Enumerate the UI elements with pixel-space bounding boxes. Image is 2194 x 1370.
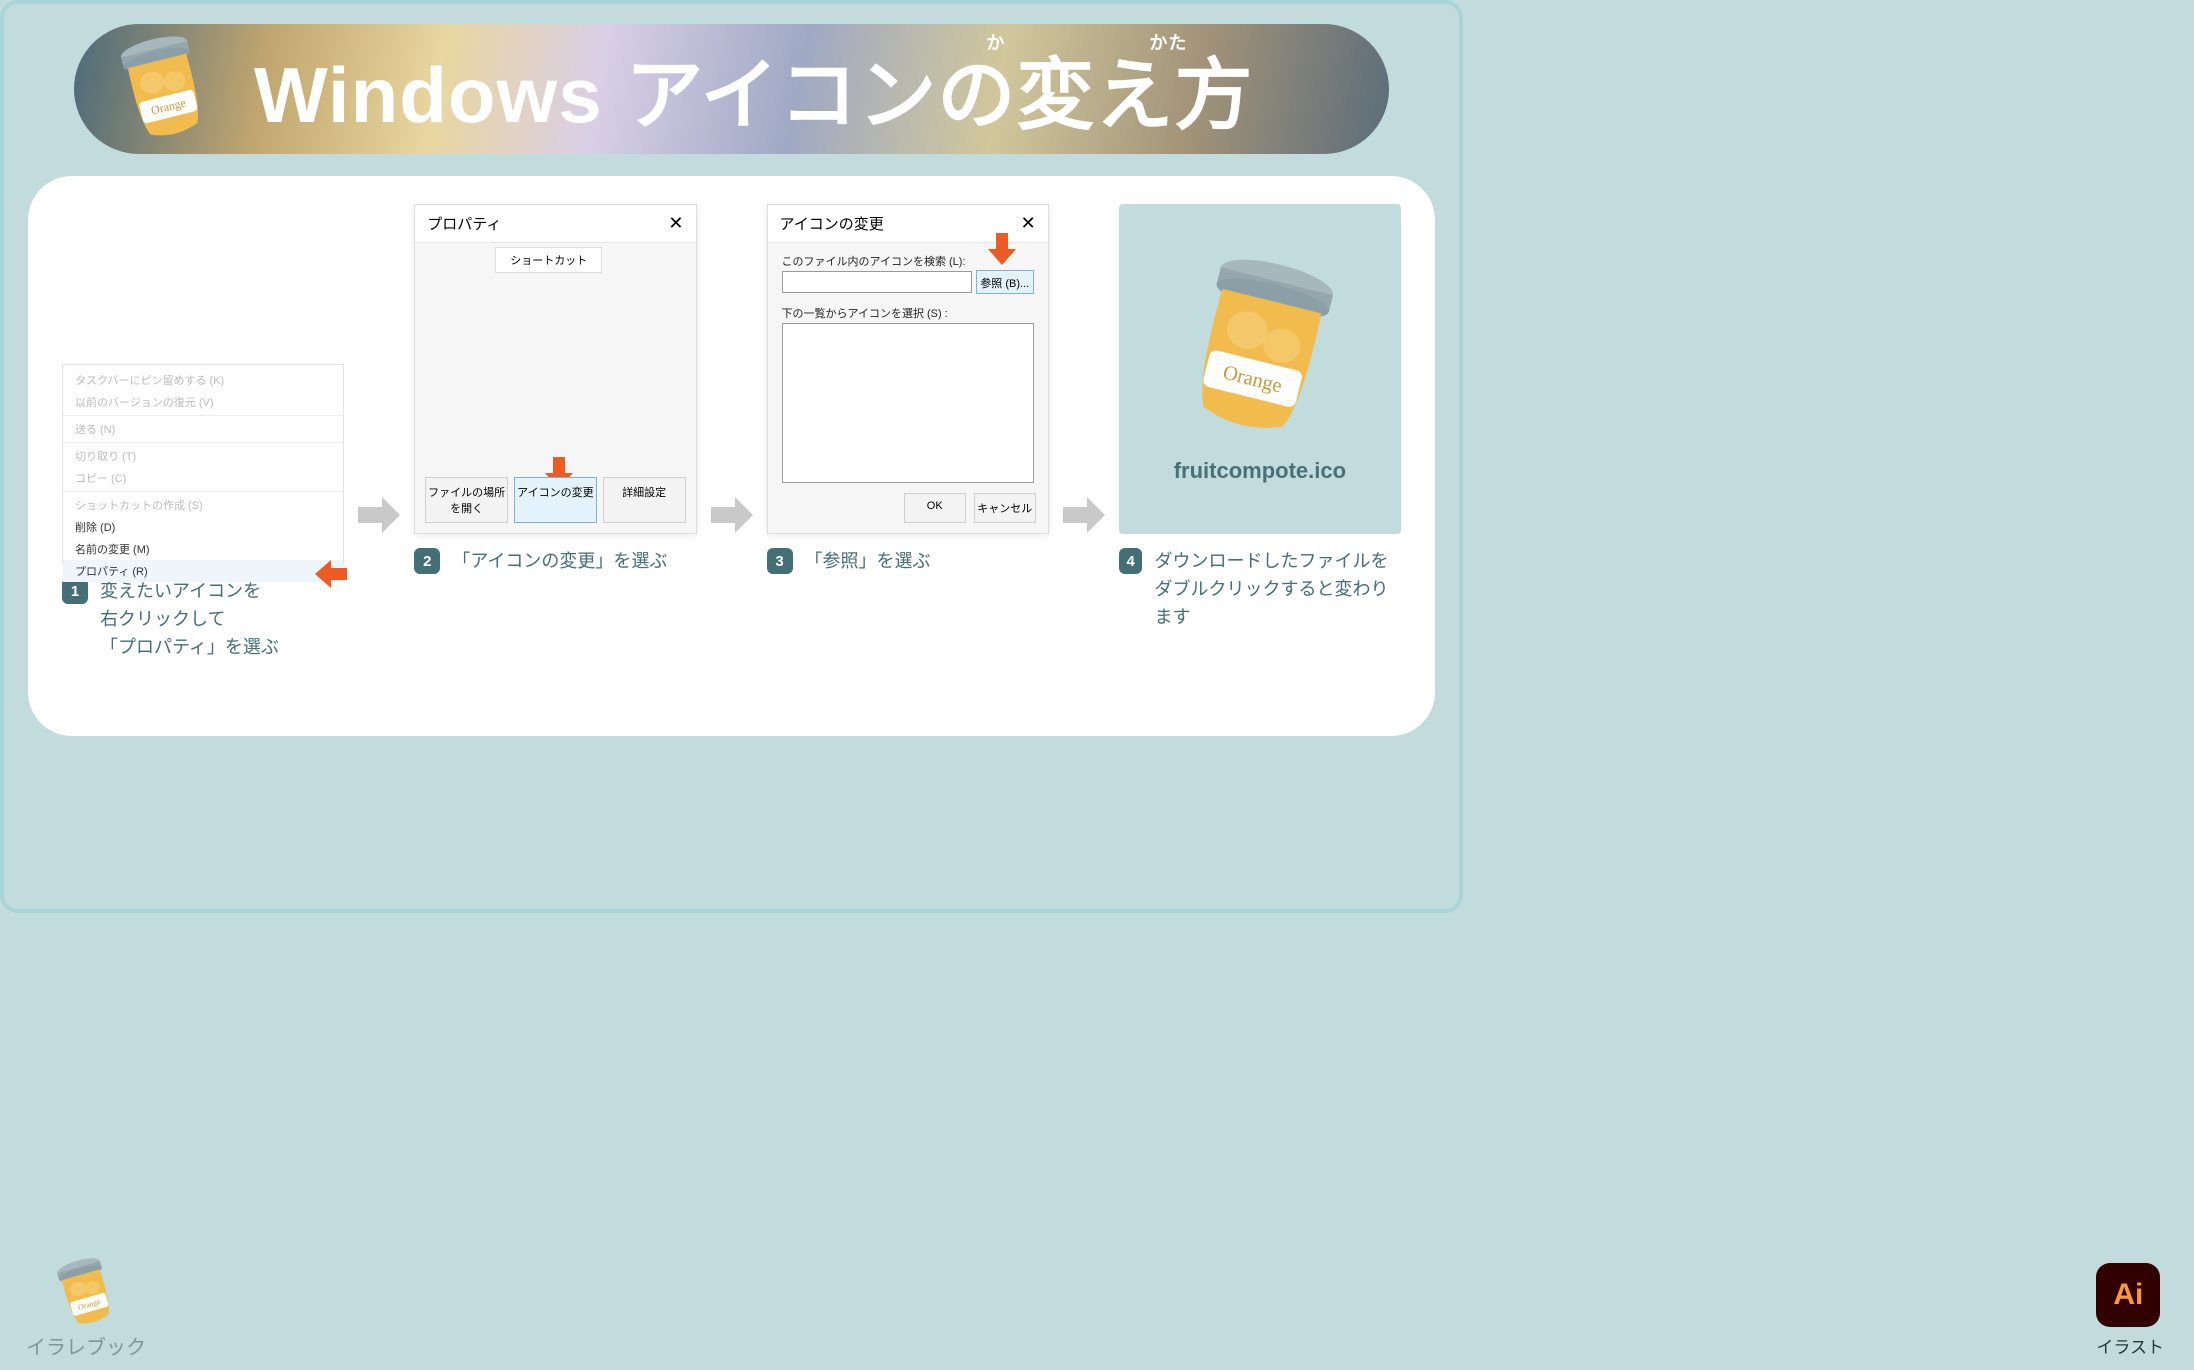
caption-text: 変えたいアイコンを 右クリックして 「プロパティ」を選ぶ [100, 578, 279, 662]
ctx-item-properties[interactable]: プロパティ (R) [63, 560, 343, 582]
step-2: プロパティ ✕ ショートカット ファイルの場所を開く アイコンの変更 詳細設定 … [414, 204, 696, 576]
step-arrow-icon [1061, 493, 1107, 537]
page-title: Windows アイコンの変え方 か かた [254, 33, 1253, 145]
jar-icon [46, 1257, 126, 1329]
ctx-item[interactable]: 切り取り (T) [63, 445, 343, 467]
steps-card: タスクバーにピン留めする (K) 以前のバージョンの復元 (V) 送る (N) … [28, 176, 1435, 736]
caption-text: 「アイコンの変更」を選ぶ [452, 548, 667, 576]
step-arrow-icon [356, 493, 402, 537]
step-caption: 1 変えたいアイコンを 右クリックして 「プロパティ」を選ぶ [62, 578, 344, 662]
title-text: Windows アイコンの変え方 [254, 51, 1253, 139]
title-banner: Windows アイコンの変え方 か かた [74, 24, 1389, 154]
cancel-button[interactable]: キャンセル [974, 493, 1036, 523]
icon-filename: fruitcompote.ico [1174, 458, 1346, 484]
jar-icon [114, 29, 214, 149]
ctx-item[interactable]: 削除 (D) [63, 516, 343, 538]
illustrator-icon: Ai [2096, 1263, 2160, 1327]
select-label: 下の一覧からアイコンを選択 (S) : [782, 305, 948, 321]
ctx-item[interactable]: コピー (C) [63, 467, 343, 489]
ctx-item[interactable]: タスクバーにピン留めする (K) [63, 369, 343, 391]
properties-dialog: プロパティ ✕ ショートカット ファイルの場所を開く アイコンの変更 詳細設定 [414, 204, 696, 534]
ctx-item[interactable]: 名前の変更 (M) [63, 538, 343, 560]
illustrator-badge-group: Ai イラスト [2096, 1263, 2164, 1358]
ruby-ka: か [986, 29, 1005, 55]
browse-button[interactable]: 参照 (B)... [976, 270, 1034, 294]
step-3: アイコンの変更 ✕ このファイル内のアイコンを検索 (L): 参照 (B)...… [767, 204, 1049, 576]
step-number: 3 [767, 548, 793, 574]
change-icon-button[interactable]: アイコンの変更 [514, 477, 597, 523]
advanced-button[interactable]: 詳細設定 [603, 477, 686, 523]
illustrator-label: イラスト [2096, 1333, 2164, 1358]
brand-label: イラレブック [26, 1331, 146, 1360]
step-1: タスクバーにピン留めする (K) 以前のバージョンの復元 (V) 送る (N) … [62, 204, 344, 662]
icon-path-input[interactable] [782, 271, 972, 293]
ok-button[interactable]: OK [904, 493, 966, 523]
brand-footer: イラレブック [26, 1257, 146, 1360]
step-caption: 4 ダウンロードしたファイルを ダブルクリックすると変わります [1119, 548, 1401, 632]
result-preview: fruitcompote.ico [1119, 204, 1401, 534]
close-icon[interactable]: ✕ [668, 213, 683, 234]
dialog-title: アイコンの変更 [780, 213, 884, 234]
search-label: このファイル内のアイコンを検索 (L): [782, 253, 966, 269]
step-arrow-icon [709, 493, 755, 537]
jar-icon [1175, 254, 1345, 444]
ctx-item[interactable]: ショットカットの作成 (S) [63, 494, 343, 516]
step-4: fruitcompote.ico 4 ダウンロードしたファイルを ダブルクリック… [1119, 204, 1401, 632]
dialog-title: プロパティ [427, 213, 501, 234]
close-icon[interactable]: ✕ [1021, 213, 1036, 234]
change-icon-dialog: アイコンの変更 ✕ このファイル内のアイコンを検索 (L): 参照 (B)...… [767, 204, 1049, 534]
context-menu: タスクバーにピン留めする (K) 以前のバージョンの復元 (V) 送る (N) … [62, 364, 344, 564]
open-file-location-button[interactable]: ファイルの場所を開く [425, 477, 508, 523]
step-number: 2 [414, 548, 440, 574]
caption-text: ダウンロードしたファイルを ダブルクリックすると変わります [1154, 548, 1401, 632]
pointer-arrow-icon [986, 231, 1018, 267]
step-caption: 2 「アイコンの変更」を選ぶ [414, 548, 696, 576]
ruby-kata: かた [1149, 29, 1187, 55]
ctx-item[interactable]: 送る (N) [63, 418, 343, 440]
caption-text: 「参照」を選ぶ [805, 548, 931, 576]
ctx-item[interactable]: 以前のバージョンの復元 (V) [63, 391, 343, 413]
step-number: 4 [1119, 548, 1143, 574]
shortcut-tab[interactable]: ショートカット [495, 247, 602, 273]
step-caption: 3 「参照」を選ぶ [767, 548, 1049, 576]
pointer-arrow-icon [313, 558, 349, 590]
icon-list[interactable] [782, 323, 1034, 483]
